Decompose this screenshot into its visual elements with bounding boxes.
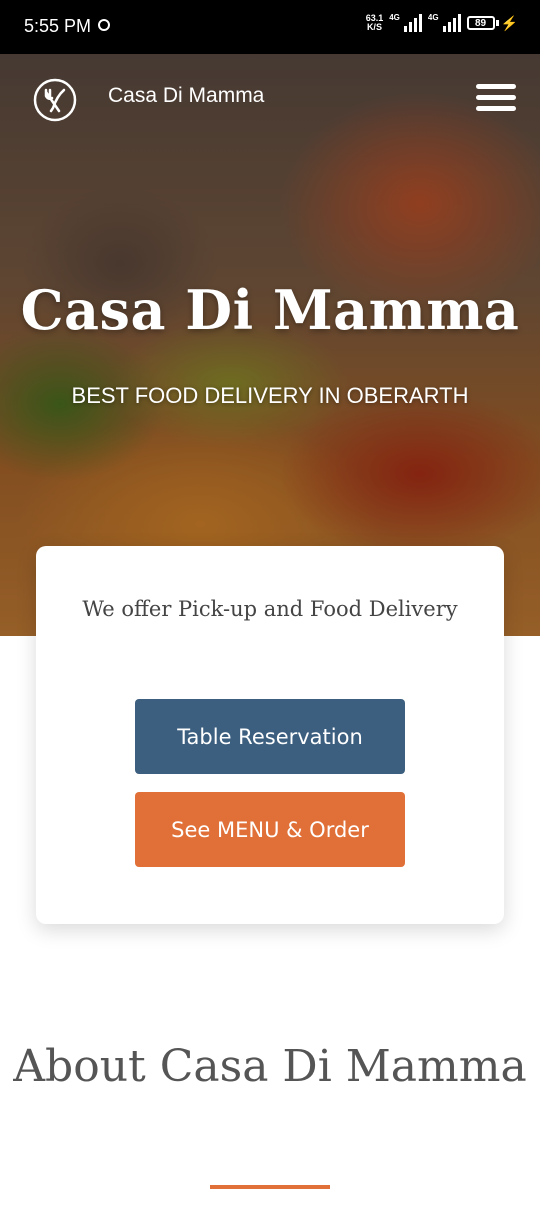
sync-icon bbox=[98, 19, 110, 31]
status-indicators: 63.1 K/S 4G 4G 89 ⚡ bbox=[366, 14, 518, 32]
status-time: 5:55 PM bbox=[24, 16, 92, 36]
table-reservation-button[interactable]: Table Reservation bbox=[135, 699, 405, 774]
fork-knife-icon[interactable] bbox=[33, 78, 77, 122]
hero-title: Casa Di Mamma bbox=[20, 278, 520, 342]
signal-icon-2: 4G bbox=[428, 14, 461, 32]
status-bar: 5:55 PM 63.1 K/S 4G 4G 89 ⚡ bbox=[0, 0, 540, 54]
hero-subtitle: BEST FOOD DELIVERY IN OBERARTH bbox=[71, 383, 469, 408]
divider bbox=[210, 1185, 330, 1189]
hamburger-menu-icon[interactable] bbox=[476, 84, 516, 114]
signal-icon: 4G bbox=[389, 14, 422, 32]
battery-icon: 89 ⚡ bbox=[466, 14, 518, 32]
network-speed: 63.1 K/S bbox=[365, 13, 384, 32]
offer-text: We offer Pick-up and Food Delivery bbox=[82, 597, 458, 621]
charging-icon: ⚡ bbox=[500, 14, 518, 31]
about-title: About Casa Di Mamma bbox=[13, 1041, 527, 1092]
offer-card: We offer Pick-up and Food Delivery Table… bbox=[36, 546, 504, 924]
see-menu-order-button[interactable]: See MENU & Order bbox=[135, 792, 405, 867]
brand-name[interactable]: Casa Di Mamma bbox=[108, 84, 264, 108]
